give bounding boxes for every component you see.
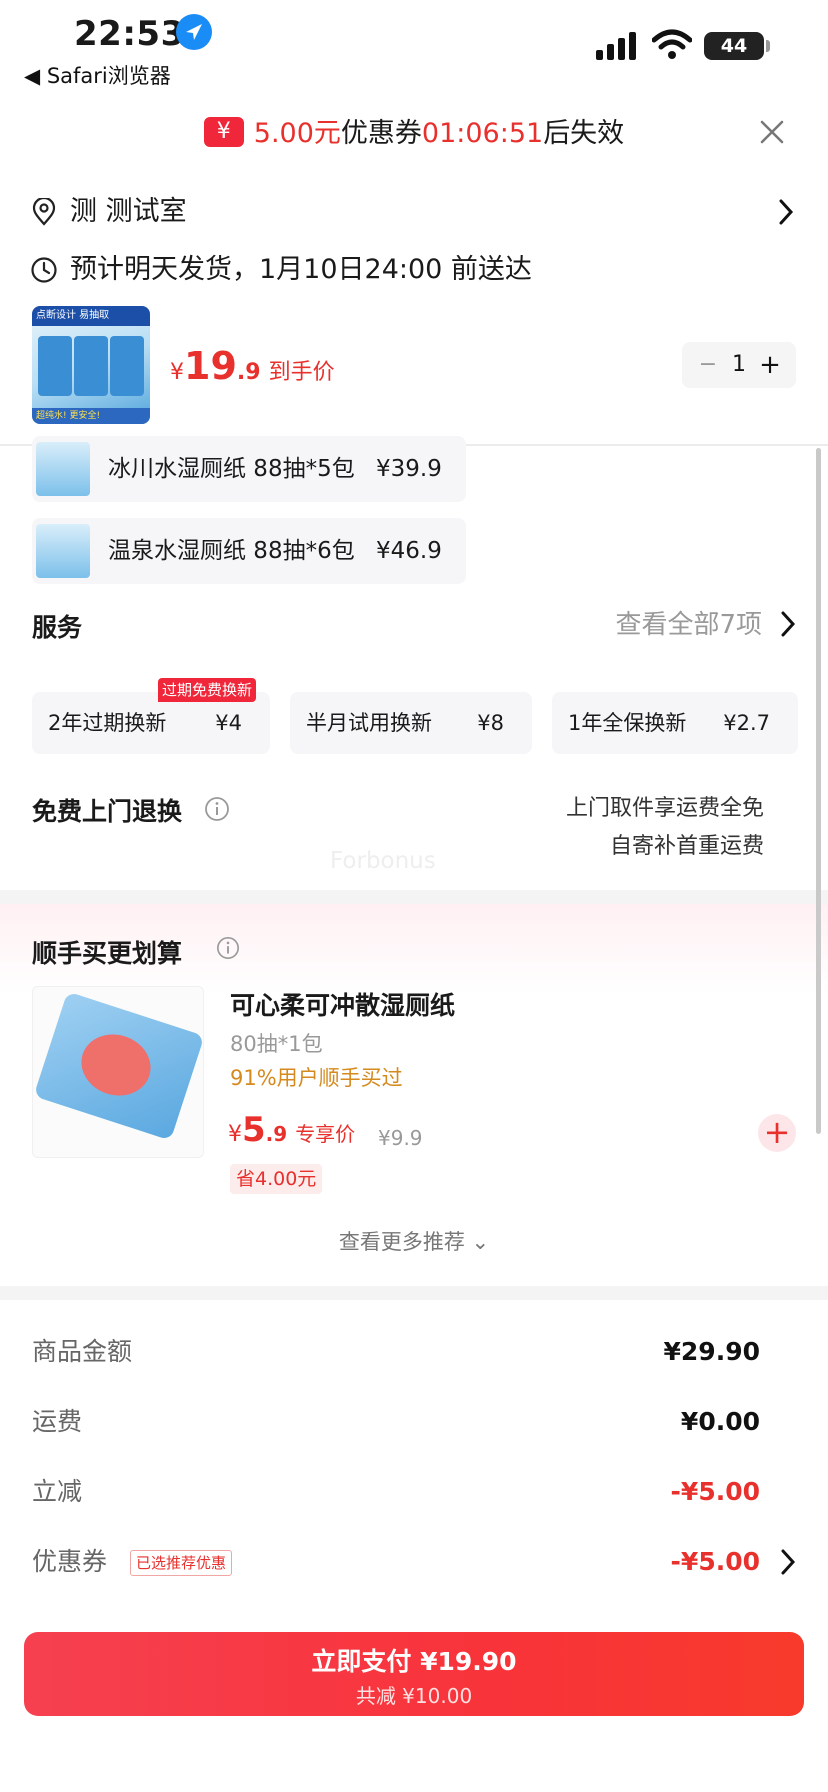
increase-quantity-button[interactable]: + [756, 342, 784, 388]
free-return-note: 上门取件享运费全免 [565, 796, 764, 821]
variant-thumbnail [36, 524, 90, 578]
see-more-recommendations-link[interactable]: 查看更多推荐 ⌄ [0, 1226, 828, 1256]
watermark: Forbonus [330, 848, 436, 874]
delivery-estimate-row: 预计明天发货，1月10日24:00 前送达 [30, 250, 800, 290]
address-text: 测 测试室 [70, 196, 187, 227]
variant-price: ¥39.9 [376, 456, 442, 482]
recommend-title: 顺手买更划算 [32, 939, 183, 968]
service-promo-tag: 过期免费换新 [158, 678, 257, 702]
service-option[interactable]: 1年全保换新 ¥2.7 [552, 692, 798, 754]
recommended-coupon-badge: 已选推荐优惠 [130, 1550, 233, 1576]
wifi-icon [652, 29, 692, 59]
add-to-order-button[interactable]: + [758, 1114, 796, 1152]
variant-name: 冰川水湿厕纸 88抽*5包 [108, 456, 355, 482]
product-pack [110, 336, 144, 396]
address-row[interactable]: 测 测试室 [30, 192, 800, 232]
variant-option[interactable]: 冰川水湿厕纸 88抽*5包 ¥39.9 [32, 436, 466, 502]
product-pack [74, 336, 108, 396]
summary-label: 运费 [32, 1407, 83, 1436]
battery-tip [766, 40, 770, 52]
price-integer: 5 [242, 1110, 266, 1150]
service-name: 半月试用换新 [306, 711, 432, 735]
free-return-note: 自寄补首重运费 [609, 834, 764, 859]
summary-row-subtotal: 商品金额 ¥29.90 [32, 1332, 760, 1372]
section-separator [0, 1286, 828, 1300]
recommend-product-name[interactable]: 可心柔可冲散湿厕纸 [230, 986, 455, 1022]
coupon-expiry-banner: ¥5.00元优惠券01:06:51后失效 [0, 106, 828, 162]
scrollbar[interactable] [816, 448, 821, 1134]
price-decimal: .9 [236, 360, 261, 385]
pay-now-label: 立即支付 ¥19.90 [311, 1647, 517, 1676]
free-return-title: 免费上门退换 [32, 797, 183, 826]
quantity-value[interactable]: 1 [722, 342, 756, 388]
close-icon[interactable] [756, 116, 788, 148]
chevron-right-icon[interactable] [778, 1547, 798, 1577]
summary-value: -¥5.00 [670, 1477, 760, 1506]
recommend-product-spec: 80抽*1包 [230, 1032, 323, 1056]
service-option[interactable]: 半月试用换新 ¥8 [290, 692, 532, 754]
service-name: 1年全保换新 [568, 711, 687, 735]
product-image-footer: 超纯水! 更安全! [32, 408, 150, 424]
location-pin-icon [32, 198, 56, 226]
recommend-social-proof: 91%用户顺手买过 [230, 1066, 403, 1090]
status-time: 22:53 [74, 14, 185, 54]
delivery-text: 预计明天发货，1月10日24:00 前送达 [70, 254, 532, 285]
variant-option[interactable]: 温泉水湿厕纸 88抽*6包 ¥46.9 [32, 518, 466, 584]
cellular-signal-icon [596, 32, 636, 60]
coupon-amount: 5.00元 [253, 118, 341, 149]
price-integer: 19 [184, 344, 237, 388]
variant-price: ¥46.9 [376, 538, 442, 564]
summary-row-discount: 立减 -¥5.00 [32, 1472, 760, 1512]
summary-row-coupon[interactable]: 优惠券 已选推荐优惠 -¥5.00 [32, 1542, 760, 1582]
pay-total-savings: 共减 ¥10.00 [355, 1684, 473, 1708]
price-label: 到手价 [268, 360, 335, 385]
summary-value: ¥29.90 [663, 1337, 760, 1366]
price-decimal: .9 [265, 1122, 288, 1146]
summary-label: 立减 [32, 1477, 83, 1506]
services-title: 服务 [32, 613, 83, 642]
product-price: ¥19.9 到手价 [170, 344, 335, 388]
coupon-icon: ¥ [203, 116, 244, 147]
service-name: 2年过期换新 [48, 711, 167, 735]
pay-now-button[interactable]: 立即支付 ¥19.90 共减 ¥10.00 [24, 1632, 804, 1716]
status-bar: 22:53 ◀ Safari浏览器 44 [0, 0, 828, 96]
product-image: 点断设计 易抽取 超纯水! 更安全! [32, 306, 150, 424]
view-all-services-link[interactable]: 查看全部7项 [615, 604, 762, 641]
summary-value: -¥5.00 [670, 1547, 760, 1576]
price-label: 专享价 [295, 1122, 356, 1146]
recommend-price: ¥5.9 专享价 [228, 1110, 355, 1150]
coupon-label: 优惠券 [340, 118, 422, 149]
summary-row-shipping: 运费 ¥0.00 [32, 1402, 760, 1442]
chevron-right-icon [779, 199, 794, 225]
location-arrow-icon [176, 14, 212, 50]
quantity-stepper: − 1 + [682, 342, 796, 388]
battery-icon: 44 [704, 32, 764, 60]
info-icon[interactable] [204, 796, 230, 822]
variant-name: 温泉水湿厕纸 88抽*6包 [108, 538, 355, 564]
decrease-quantity-button[interactable]: − [694, 342, 722, 388]
service-price: ¥8 [477, 711, 504, 735]
section-separator [0, 890, 828, 904]
savings-badge: 省4.00元 [230, 1164, 323, 1194]
coupon-countdown: 01:06:51 [421, 118, 544, 149]
chevron-right-icon[interactable] [778, 609, 798, 639]
original-price: ¥9.9 [378, 1126, 423, 1150]
summary-label: 优惠券 [32, 1547, 108, 1576]
clock-icon [31, 257, 57, 283]
price-currency: ¥ [228, 1122, 242, 1147]
recommend-product-image[interactable] [32, 986, 204, 1158]
service-price: ¥2.7 [723, 711, 770, 735]
info-icon[interactable] [216, 936, 240, 960]
variant-thumbnail [36, 442, 90, 496]
coupon-suffix: 后失效 [543, 118, 625, 149]
price-currency: ¥ [170, 360, 184, 385]
back-to-safari-link[interactable]: ◀ Safari浏览器 [24, 60, 171, 90]
product-pack [38, 336, 72, 396]
summary-label: 商品金额 [32, 1337, 133, 1366]
product-image-header: 点断设计 易抽取 [32, 306, 150, 326]
summary-value: ¥0.00 [680, 1407, 760, 1436]
